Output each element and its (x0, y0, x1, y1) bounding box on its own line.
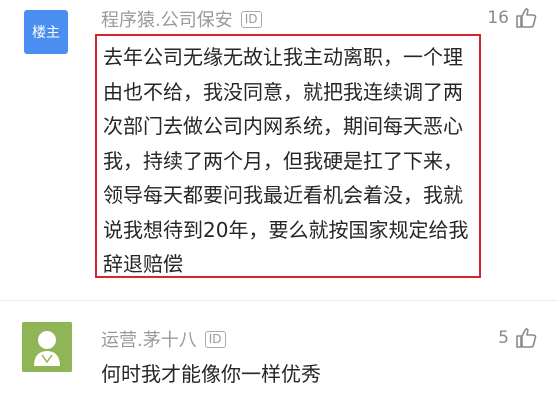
like-group[interactable]: 5 (498, 326, 538, 350)
highlighted-comment-body: 去年公司无缘无故让我主动离职，一个理由也不给，我没同意，就把我连续调了两次部门去… (95, 34, 481, 278)
comment-author-row: 程序猿.公司保安 ID (101, 6, 262, 32)
comment-author[interactable]: 运营.茅十八 (101, 326, 197, 352)
user-avatar-icon[interactable] (22, 322, 72, 372)
avatar-figure-icon (22, 322, 72, 372)
id-badge-icon[interactable]: ID (204, 330, 226, 348)
comment-author[interactable]: 程序猿.公司保安 (101, 6, 233, 32)
host-badge[interactable]: 楼主 (24, 10, 68, 54)
comment-item-1: 楼主 程序猿.公司保安 ID 16 去年公司无缘无故让我主动离职，一个理由也不给… (0, 0, 558, 300)
comment-text: 何时我才能像你一样优秀 (101, 362, 321, 386)
comment-item-2: 运营.茅十八 ID 5 何时我才能像你一样优秀 (0, 300, 558, 414)
thumbs-up-icon[interactable] (514, 326, 538, 350)
like-group[interactable]: 16 (487, 6, 538, 30)
comment-author-row: 运营.茅十八 ID (101, 326, 226, 352)
thumbs-up-icon[interactable] (514, 6, 538, 30)
comment-text: 去年公司无缘无故让我主动离职，一个理由也不给，我没同意，就把我连续调了两次部门去… (103, 45, 469, 276)
id-badge-icon[interactable]: ID (240, 10, 262, 28)
like-count: 16 (487, 8, 509, 28)
like-count: 5 (498, 328, 509, 348)
